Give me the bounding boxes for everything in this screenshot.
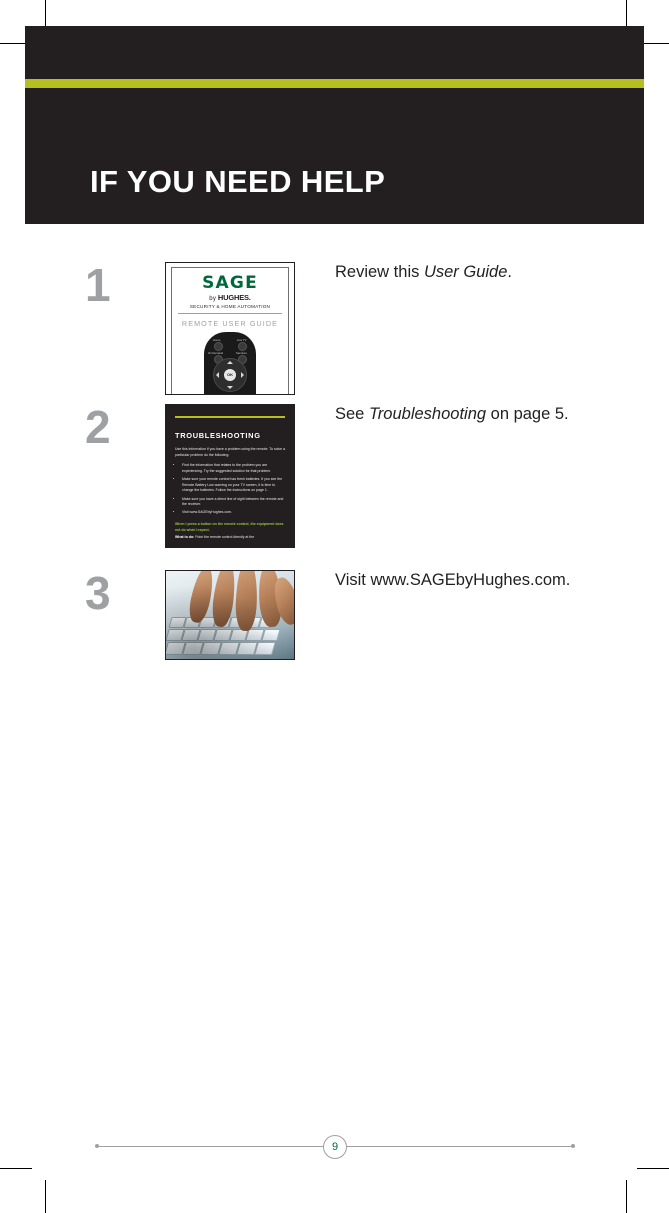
step-2-text-before: See bbox=[335, 405, 369, 423]
crop-mark-bottom-left-horizontal bbox=[0, 1168, 32, 1169]
footer-line-left bbox=[99, 1146, 324, 1147]
troubleshooting-intro: Use this information if you have a probl… bbox=[175, 447, 286, 457]
remote-button-home bbox=[214, 342, 223, 351]
troubleshooting-bullet-list: Find the information that relates to the… bbox=[175, 463, 287, 516]
thumbnail-troubleshooting-page[interactable]: TROUBLESHOOTING Use this information if … bbox=[165, 404, 295, 548]
troubleshooting-answer-text: Point the remote control directly at the bbox=[194, 535, 255, 540]
step-number-1: 1 bbox=[85, 259, 111, 311]
troubleshooting-bullet: Visit www.SAGEbyHughes.com. bbox=[182, 510, 287, 516]
step-text-1: Review this User Guide. bbox=[335, 262, 615, 284]
dpad-ring: OK bbox=[213, 358, 247, 392]
remote-button-live-tv bbox=[238, 342, 247, 351]
crop-mark-bottom-right-vertical bbox=[626, 1180, 627, 1213]
crop-mark-bottom-right-horizontal bbox=[637, 1168, 669, 1169]
cover-subtitle: REMOTE USER GUIDE bbox=[181, 319, 279, 328]
by-text: by bbox=[209, 296, 218, 302]
troubleshooting-question: When I press a button on the remote cont… bbox=[175, 522, 284, 532]
page-header-band: IF YOU NEED HELP bbox=[25, 26, 644, 224]
crop-mark-bottom-left-vertical bbox=[45, 1180, 46, 1213]
thumbnail-user-guide-cover[interactable]: SAGE by HUGHES. SECURITY & HOME AUTOMATI… bbox=[165, 262, 295, 395]
keyboard-photo-shading bbox=[166, 571, 294, 659]
sage-logo-wordmark: SAGE bbox=[202, 273, 258, 293]
step-text-2: See Troubleshooting on page 5. bbox=[335, 404, 615, 426]
step-1-text-italic: User Guide bbox=[423, 263, 508, 281]
user-guide-cover-frame: SAGE by HUGHES. SECURITY & HOME AUTOMATI… bbox=[171, 267, 289, 394]
dpad-ok-button: OK bbox=[224, 369, 236, 381]
troubleshooting-bullet: Make sure you have a direct line of sigh… bbox=[182, 497, 287, 508]
step-2-text-after: on page 5. bbox=[486, 405, 569, 423]
keyboard-photo-scene bbox=[166, 571, 294, 659]
dpad-arrow-right-icon bbox=[241, 372, 244, 378]
dpad-arrow-down-icon bbox=[227, 386, 233, 389]
footer-line-right bbox=[346, 1146, 571, 1147]
page-title: IF YOU NEED HELP bbox=[90, 164, 386, 199]
page-number-badge: 9 bbox=[323, 1135, 347, 1159]
sage-tagline: SECURITY & HOME AUTOMATION bbox=[189, 304, 271, 309]
step-1-text-before: Review this bbox=[335, 263, 424, 281]
step-1-text-after: . bbox=[507, 263, 512, 281]
troubleshooting-body: Use this information if you have a probl… bbox=[175, 447, 287, 541]
troubleshooting-heading: TROUBLESHOOTING bbox=[175, 431, 261, 440]
remote-button-label-on-demand: On Demand bbox=[208, 351, 224, 355]
troubleshooting-answer-label: What to do: bbox=[175, 535, 195, 540]
step-number-3: 3 bbox=[85, 567, 111, 619]
step-2-text-italic: Troubleshooting bbox=[368, 405, 487, 423]
page-footer: 9 bbox=[95, 1135, 575, 1159]
dpad-arrow-left-icon bbox=[216, 372, 219, 378]
troubleshooting-bullet: Make sure your remote control has fresh … bbox=[182, 477, 287, 494]
troubleshooting-bullet: Find the information that relates to the… bbox=[182, 463, 287, 474]
footer-dot-right bbox=[571, 1144, 575, 1148]
step-text-3: Visit www.SAGEbyHughes.com. bbox=[335, 570, 615, 592]
step-number-2: 2 bbox=[85, 401, 111, 453]
cover-divider-rule bbox=[178, 313, 282, 314]
step-3-text-before: Visit www.SAGEbyHughes.com. bbox=[335, 571, 571, 589]
remote-control-illustration: Home Live TV On Demand Services OK bbox=[204, 332, 256, 394]
sage-by-hughes-line: by HUGHES. bbox=[172, 293, 288, 302]
troubleshooting-answer: What to do: Point the remote control dir… bbox=[175, 535, 287, 541]
dpad-arrow-up-icon bbox=[227, 361, 233, 364]
troubleshooting-accent-stripe bbox=[175, 416, 285, 418]
hughes-text: HUGHES. bbox=[217, 293, 251, 302]
thumbnail-keyboard-photo[interactable] bbox=[165, 570, 295, 660]
header-accent-stripe bbox=[25, 79, 644, 88]
